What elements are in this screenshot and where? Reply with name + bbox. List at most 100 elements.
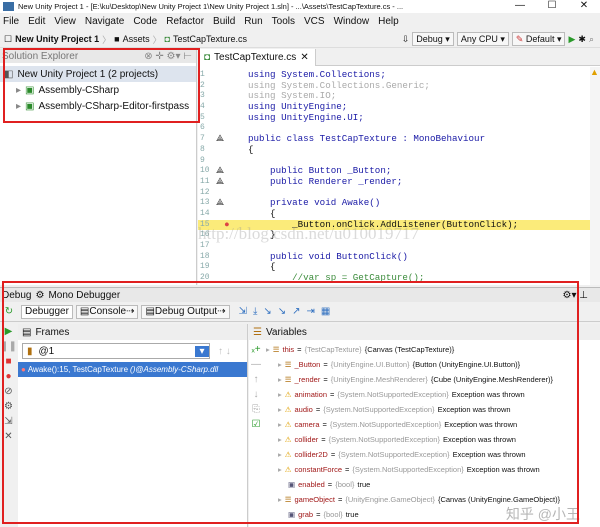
variable-row[interactable]: ▸☰this={TestCapTexture}{Canvas (TestCapT… (266, 342, 594, 357)
chevron-down-icon[interactable]: ▾ (195, 346, 209, 357)
menu-navigate[interactable]: Navigate (85, 16, 124, 27)
tab-testcaptexture[interactable]: ◘TestCapTexture.cs✕ (198, 49, 316, 66)
menu-window[interactable]: Window (334, 16, 370, 27)
error-stripe[interactable]: ▲ (590, 67, 600, 285)
variable-row[interactable]: ▸⚠constantForce={System.NotSupportedExce… (266, 462, 594, 477)
menu-run[interactable]: Run (244, 16, 262, 27)
close-tab-icon[interactable]: ✕ (300, 52, 308, 63)
mute-icon[interactable]: ⊘ (0, 384, 17, 399)
warning-icon: ⚠ (285, 420, 292, 429)
settings-icon[interactable]: ⚙▾ ⊥ (563, 290, 588, 301)
debug-bug-icon[interactable]: ✱ (578, 34, 586, 45)
code-line[interactable]: 11⟁ public Renderer _render; (198, 177, 600, 188)
expand-icon[interactable]: ▸ (278, 360, 282, 369)
frame-nav-arrows[interactable]: ↑ ↓ (218, 346, 231, 357)
expand-icon[interactable]: ▸ (278, 405, 282, 414)
code-line[interactable]: 8{ (198, 145, 600, 156)
variable-row[interactable]: ▸⚠collider2D={System.NotSupportedExcepti… (266, 447, 594, 462)
code-editor[interactable]: ◘TestCapTexture.cs✕ 1using System.Collec… (198, 49, 600, 285)
menu-view[interactable]: View (54, 16, 76, 27)
expand-icon[interactable]: ▸ (278, 375, 282, 384)
settings-icon[interactable]: ⚙ (0, 399, 17, 414)
menu-edit[interactable]: Edit (28, 16, 45, 27)
breakpoints-icon[interactable]: ● (0, 369, 17, 384)
menu-build[interactable]: Build (213, 16, 235, 27)
line-number: 4 (200, 102, 214, 113)
line-number: 11 (200, 177, 214, 188)
object-icon: ☰ (285, 495, 292, 504)
tree-item-project[interactable]: ▸▣Assembly-CSharp (0, 82, 196, 98)
stack-frame-row[interactable]: ●Awake():15, TestCapTexture()@Assembly-C… (18, 362, 247, 377)
variable-row[interactable]: ▣enabled={bool}true (266, 477, 594, 492)
variable-row[interactable]: ▸⚠animation={System.NotSupportedExceptio… (266, 387, 594, 402)
menu-code[interactable]: Code (133, 16, 157, 27)
title-bar: New Unity Project 1 - [E:\ku\Desktop\New… (0, 0, 600, 13)
copy-icon[interactable]: ⎘ (249, 402, 263, 417)
expand-icon[interactable]: ▸ (16, 85, 21, 96)
platform-dropdown[interactable]: Any CPU ▾ (457, 32, 509, 46)
pause-icon[interactable]: ❚❚ (0, 339, 17, 354)
variable-row[interactable]: ▸☰_Button={UnityEngine.UI.Button}{Button… (266, 357, 594, 372)
build-icon[interactable]: ⇩ (402, 34, 410, 45)
folder-icon: ■ (114, 34, 119, 44)
variable-value: true (357, 480, 370, 489)
expand-icon[interactable]: ▸ (278, 390, 282, 399)
variable-name: grab (298, 510, 313, 519)
line-number: 3 (200, 91, 214, 102)
thread-dropdown[interactable]: ▮@1▾ (22, 343, 210, 359)
expand-icon[interactable]: ▸ (278, 450, 282, 459)
search-icon[interactable]: ⌕ (589, 34, 594, 45)
stop-icon[interactable]: ■ (0, 354, 17, 369)
rerun-icon[interactable]: ↻ (0, 306, 18, 317)
close-icon[interactable]: ✕ (0, 429, 17, 444)
expand-icon[interactable]: ▸ (278, 495, 282, 504)
file-icon: ◘ (165, 34, 170, 44)
variable-row[interactable]: ▸⚠collider={System.NotSupportedException… (266, 432, 594, 447)
breadcrumb-file[interactable]: TestCapTexture.cs (173, 34, 247, 44)
tab-debugger[interactable]: Debugger (21, 305, 73, 319)
variable-name: audio (295, 405, 313, 414)
menu-help[interactable]: Help (378, 16, 399, 27)
code-line[interactable]: 20 //var sp = GetCapture(); (198, 273, 600, 284)
expand-icon[interactable]: ▸ (266, 345, 270, 354)
tree-item-solution[interactable]: ◧New Unity Project 1 (2 projects) (0, 66, 196, 82)
watch-toggle-icon[interactable]: ☑ (249, 417, 263, 432)
code-text: using UnityEngine.UI; (248, 113, 364, 124)
run-config-dropdown[interactable]: ✎ Default ▾ (512, 32, 566, 46)
move-up-icon[interactable]: ↑ (249, 372, 263, 387)
close-button[interactable]: ✕ (568, 0, 600, 11)
minimize-button[interactable]: — (504, 0, 536, 11)
breadcrumb-project[interactable]: New Unity Project 1 (15, 34, 99, 44)
maximize-button[interactable]: ☐ (536, 0, 568, 11)
move-down-icon[interactable]: ↓ (249, 387, 263, 402)
menu-vcs[interactable]: VCS (304, 16, 325, 27)
run-icon[interactable]: ▶ (568, 34, 575, 45)
variable-row[interactable]: ▸☰_render={UnityEngine.MeshRenderer}{Cub… (266, 372, 594, 387)
tree-item-project[interactable]: ▸▣Assembly-CSharp-Editor-firstpass (0, 98, 196, 114)
expand-icon[interactable]: ▸ (278, 465, 282, 474)
tab-console[interactable]: ▤ Console ⇢ (76, 305, 139, 319)
add-watch-icon[interactable]: ₓ+ (249, 342, 263, 357)
step-buttons[interactable]: ⇲⤓↘↘↗⇥▦ (239, 306, 337, 317)
code-line[interactable]: 7⟁public class TestCapTexture : MonoBeha… (198, 134, 600, 145)
code-line[interactable]: 5using UnityEngine.UI; (198, 113, 600, 124)
menu-file[interactable]: File (3, 16, 19, 27)
expand-icon[interactable]: ▸ (278, 435, 282, 444)
breadcrumb-assets[interactable]: Assets (123, 34, 150, 44)
expand-icon[interactable]: ▸ (278, 420, 282, 429)
panel-tools[interactable]: ⊗ ✛ ⚙▾ ⊢ (144, 51, 192, 62)
variable-type: {TestCapTexture} (305, 345, 362, 354)
variable-row[interactable]: ▸⚠audio={System.NotSupportedException}Ex… (266, 402, 594, 417)
line-number: 14 (200, 209, 214, 220)
remove-icon[interactable]: — (249, 357, 263, 372)
menu-tools[interactable]: Tools (272, 16, 295, 27)
menu-refactor[interactable]: Refactor (166, 16, 204, 27)
tab-debug-output[interactable]: ▤ Debug Output ⇢ (141, 305, 229, 319)
pin-icon[interactable]: ⇲ (0, 414, 17, 429)
panel-title: Solution Explorer (2, 51, 78, 62)
variable-name: gameObject (295, 495, 335, 504)
expand-icon[interactable]: ▸ (16, 101, 21, 112)
resume-icon[interactable]: ▶ (0, 324, 17, 339)
config-dropdown[interactable]: Debug ▾ (412, 32, 454, 46)
variable-row[interactable]: ▸⚠camera={System.NotSupportedException}E… (266, 417, 594, 432)
